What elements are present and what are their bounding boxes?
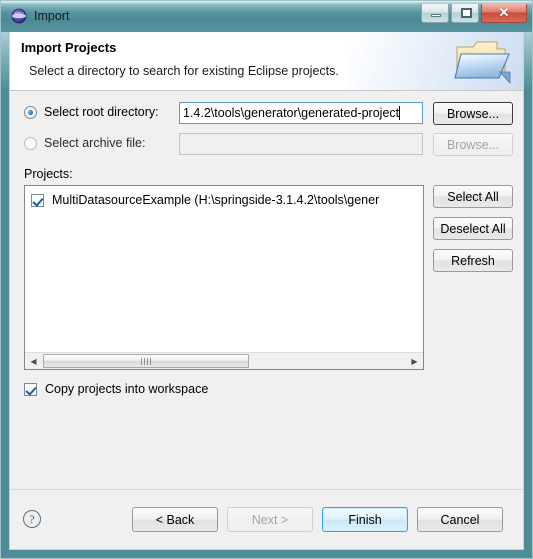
finish-button[interactable]: Finish [322,507,408,532]
browse-root-directory-button[interactable]: Browse... [433,102,513,125]
maximize-button[interactable] [451,4,479,23]
copy-projects-row[interactable]: Copy projects into workspace [24,382,208,396]
dialog-body: Select root directory: 1.4.2\tools\gener… [10,91,523,489]
label-select-archive-file: Select archive file: [44,136,146,150]
maximize-icon [461,8,472,18]
title-bar-left: Import [11,8,69,24]
import-dialog-window: Import ✕ Import Projects Select a direct… [0,0,533,559]
project-label: MultiDatasourceExample (H:\springside-3.… [52,193,380,207]
minimize-icon [431,14,441,17]
back-button[interactable]: < Back [132,507,218,532]
dialog-client-area: Import Projects Select a directory to se… [9,32,524,550]
window-title: Import [34,9,70,23]
next-button[interactable]: Next > [227,507,313,532]
dialog-footer: ? < Back Next > Finish Cancel [10,489,523,549]
grip-line [141,357,142,365]
label-select-root-directory: Select root directory: [44,105,159,119]
browse-archive-file-button[interactable]: Browse... [433,133,513,156]
root-directory-row: Select root directory: [24,105,159,119]
root-directory-value: 1.4.2\tools\generator\generated-project [183,106,400,120]
scrollbar-thumb[interactable] [43,354,249,368]
scroll-left-arrow-icon[interactable]: ◀ [25,353,42,369]
close-button[interactable]: ✕ [481,4,527,23]
deselect-all-button[interactable]: Deselect All [433,217,513,240]
grip-line [150,357,151,365]
title-bar[interactable]: Import ✕ [1,1,532,32]
archive-file-row: Select archive file: [24,136,145,150]
root-directory-input[interactable]: 1.4.2\tools\generator\generated-project [179,102,423,124]
wizard-header: Import Projects Select a directory to se… [10,32,523,91]
minimize-button[interactable] [421,4,449,23]
projects-label: Projects: [24,167,73,181]
eclipse-globe-icon [11,8,27,24]
list-item[interactable]: MultiDatasourceExample (H:\springside-3.… [31,193,379,207]
radio-select-archive-file[interactable] [24,136,37,150]
window-controls: ✕ [421,4,527,23]
open-folder-icon [453,36,513,88]
projects-list[interactable]: MultiDatasourceExample (H:\springside-3.… [24,185,424,370]
copy-projects-checkbox[interactable] [24,382,37,396]
page-subtitle: Select a directory to search for existin… [29,64,339,78]
close-icon: ✕ [498,5,510,20]
cancel-button[interactable]: Cancel [417,507,503,532]
archive-file-input[interactable] [179,133,423,155]
text-caret [399,106,401,120]
project-checkbox[interactable] [31,193,44,207]
page-title: Import Projects [21,40,117,55]
grip-line [147,357,148,365]
radio-select-root-directory[interactable] [24,105,37,119]
help-icon[interactable]: ? [23,510,41,528]
projects-horizontal-scrollbar[interactable]: ◀ ▶ [25,352,423,369]
scroll-right-arrow-icon[interactable]: ▶ [406,353,423,369]
copy-projects-label: Copy projects into workspace [45,382,209,396]
select-all-button[interactable]: Select All [433,185,513,208]
refresh-button[interactable]: Refresh [433,249,513,272]
grip-line [144,357,145,365]
